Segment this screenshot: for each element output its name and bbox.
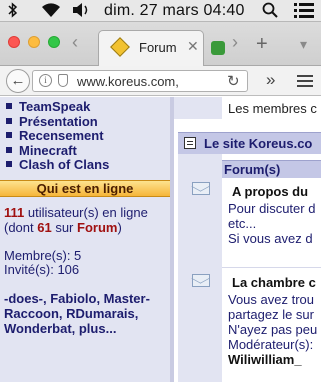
member-stats: Membre(s): 5 Invité(s): 106: [4, 249, 81, 277]
bullet-icon: [6, 132, 12, 138]
section-header: Le site Koreus.co: [178, 132, 321, 154]
bullet-icon: [6, 117, 12, 124]
forum-link[interactable]: Forum: [77, 220, 117, 235]
online-member-names[interactable]: -does-, Fabiolo, Master-Raccoon, RDumara…: [4, 291, 168, 336]
toolbar-overflow-icon[interactable]: »: [266, 71, 275, 89]
sidebar-link-presentation[interactable]: Présentation: [6, 114, 109, 130]
tab-scroll-left-icon[interactable]: ‹: [72, 32, 78, 52]
tab-title: Forum: [139, 40, 177, 55]
collapse-section-icon[interactable]: [184, 137, 196, 149]
sidebar: TeamSpeak Présentation Recensement Minec…: [0, 97, 170, 382]
online-users-summary: 111 utilisateur(s) en ligne (dont 61 sur…: [4, 205, 148, 235]
forum-description: Vous avez trou partagez le sur N'ayez pa…: [228, 292, 318, 367]
guests-count: Invité(s): 106: [4, 262, 80, 277]
shield-icon[interactable]: [58, 74, 68, 87]
menu-bar: dim. 27 mars 04:40: [0, 0, 321, 22]
koreus-favicon-icon: [110, 37, 130, 57]
back-button[interactable]: ←: [6, 69, 30, 93]
minimize-window-button[interactable]: [28, 36, 40, 48]
sidebar-link-teamspeak[interactable]: TeamSpeak: [6, 99, 109, 115]
volume-icon[interactable]: [72, 2, 92, 23]
second-tab-favicon-icon[interactable]: [211, 41, 225, 55]
tab-close-icon[interactable]: ✕: [187, 38, 199, 55]
new-tab-button[interactable]: +: [256, 34, 268, 54]
hamburger-menu-icon[interactable]: [297, 75, 313, 87]
members-count: Membre(s): 5: [4, 248, 82, 263]
forum-title[interactable]: La chambre c: [232, 275, 316, 290]
web-page: TeamSpeak Présentation Recensement Minec…: [0, 97, 321, 382]
row-divider: [222, 267, 321, 268]
members-info-text: Les membres c: [228, 101, 317, 116]
sidebar-link-clash-of-clans[interactable]: Clash of Clans: [6, 157, 109, 173]
tab-scroll-right-icon[interactable]: ›: [232, 32, 238, 52]
tab-list-chevron-icon[interactable]: ▾: [300, 34, 307, 54]
online-count: 111: [4, 205, 25, 220]
wifi-icon[interactable]: [40, 2, 62, 23]
url-text[interactable]: www.koreus.com,: [77, 74, 179, 89]
online-forum-count: 61: [37, 220, 52, 235]
bullet-icon: [6, 103, 12, 109]
search-icon[interactable]: [262, 2, 278, 23]
close-window-button[interactable]: [8, 36, 20, 48]
moderator-name[interactable]: Wiliwilliam_: [228, 352, 317, 367]
forum-description: Pour discuter d etc... Si vous avez d: [228, 201, 316, 246]
navigation-bar: ← i www.koreus.com, ↻ »: [0, 66, 321, 96]
forum-envelope-icon: [192, 274, 210, 287]
table-cell: [174, 97, 222, 119]
main-content: Les membres c Le site Koreus.co Forum(s)…: [174, 97, 321, 382]
bullet-icon: [6, 161, 12, 167]
forums-column-header: Forum(s): [222, 160, 321, 178]
sidebar-link-recensement[interactable]: Recensement: [6, 128, 109, 144]
forum-envelope-icon: [192, 182, 210, 195]
address-bar[interactable]: i www.koreus.com, ↻: [32, 70, 248, 92]
sidebar-link-minecraft[interactable]: Minecraft: [6, 143, 109, 159]
sidebar-link-list: TeamSpeak Présentation Recensement Minec…: [6, 99, 109, 173]
forum-title[interactable]: A propos du: [232, 184, 308, 199]
reload-icon[interactable]: ↻: [227, 72, 240, 90]
info-icon[interactable]: i: [39, 74, 52, 87]
tab-forum[interactable]: Forum ✕: [98, 30, 204, 66]
bluetooth-icon[interactable]: [8, 2, 18, 23]
zoom-window-button[interactable]: [48, 36, 60, 48]
menubar-clock[interactable]: dim. 27 mars 04:40: [104, 2, 245, 20]
list-icon[interactable]: [294, 2, 314, 23]
bullet-icon: [6, 146, 12, 153]
online-section-header: Qui est en ligne: [0, 180, 170, 197]
section-title[interactable]: Le site Koreus.co: [204, 136, 312, 151]
tab-strip: ‹ Forum ✕ › + ▾: [0, 22, 321, 66]
